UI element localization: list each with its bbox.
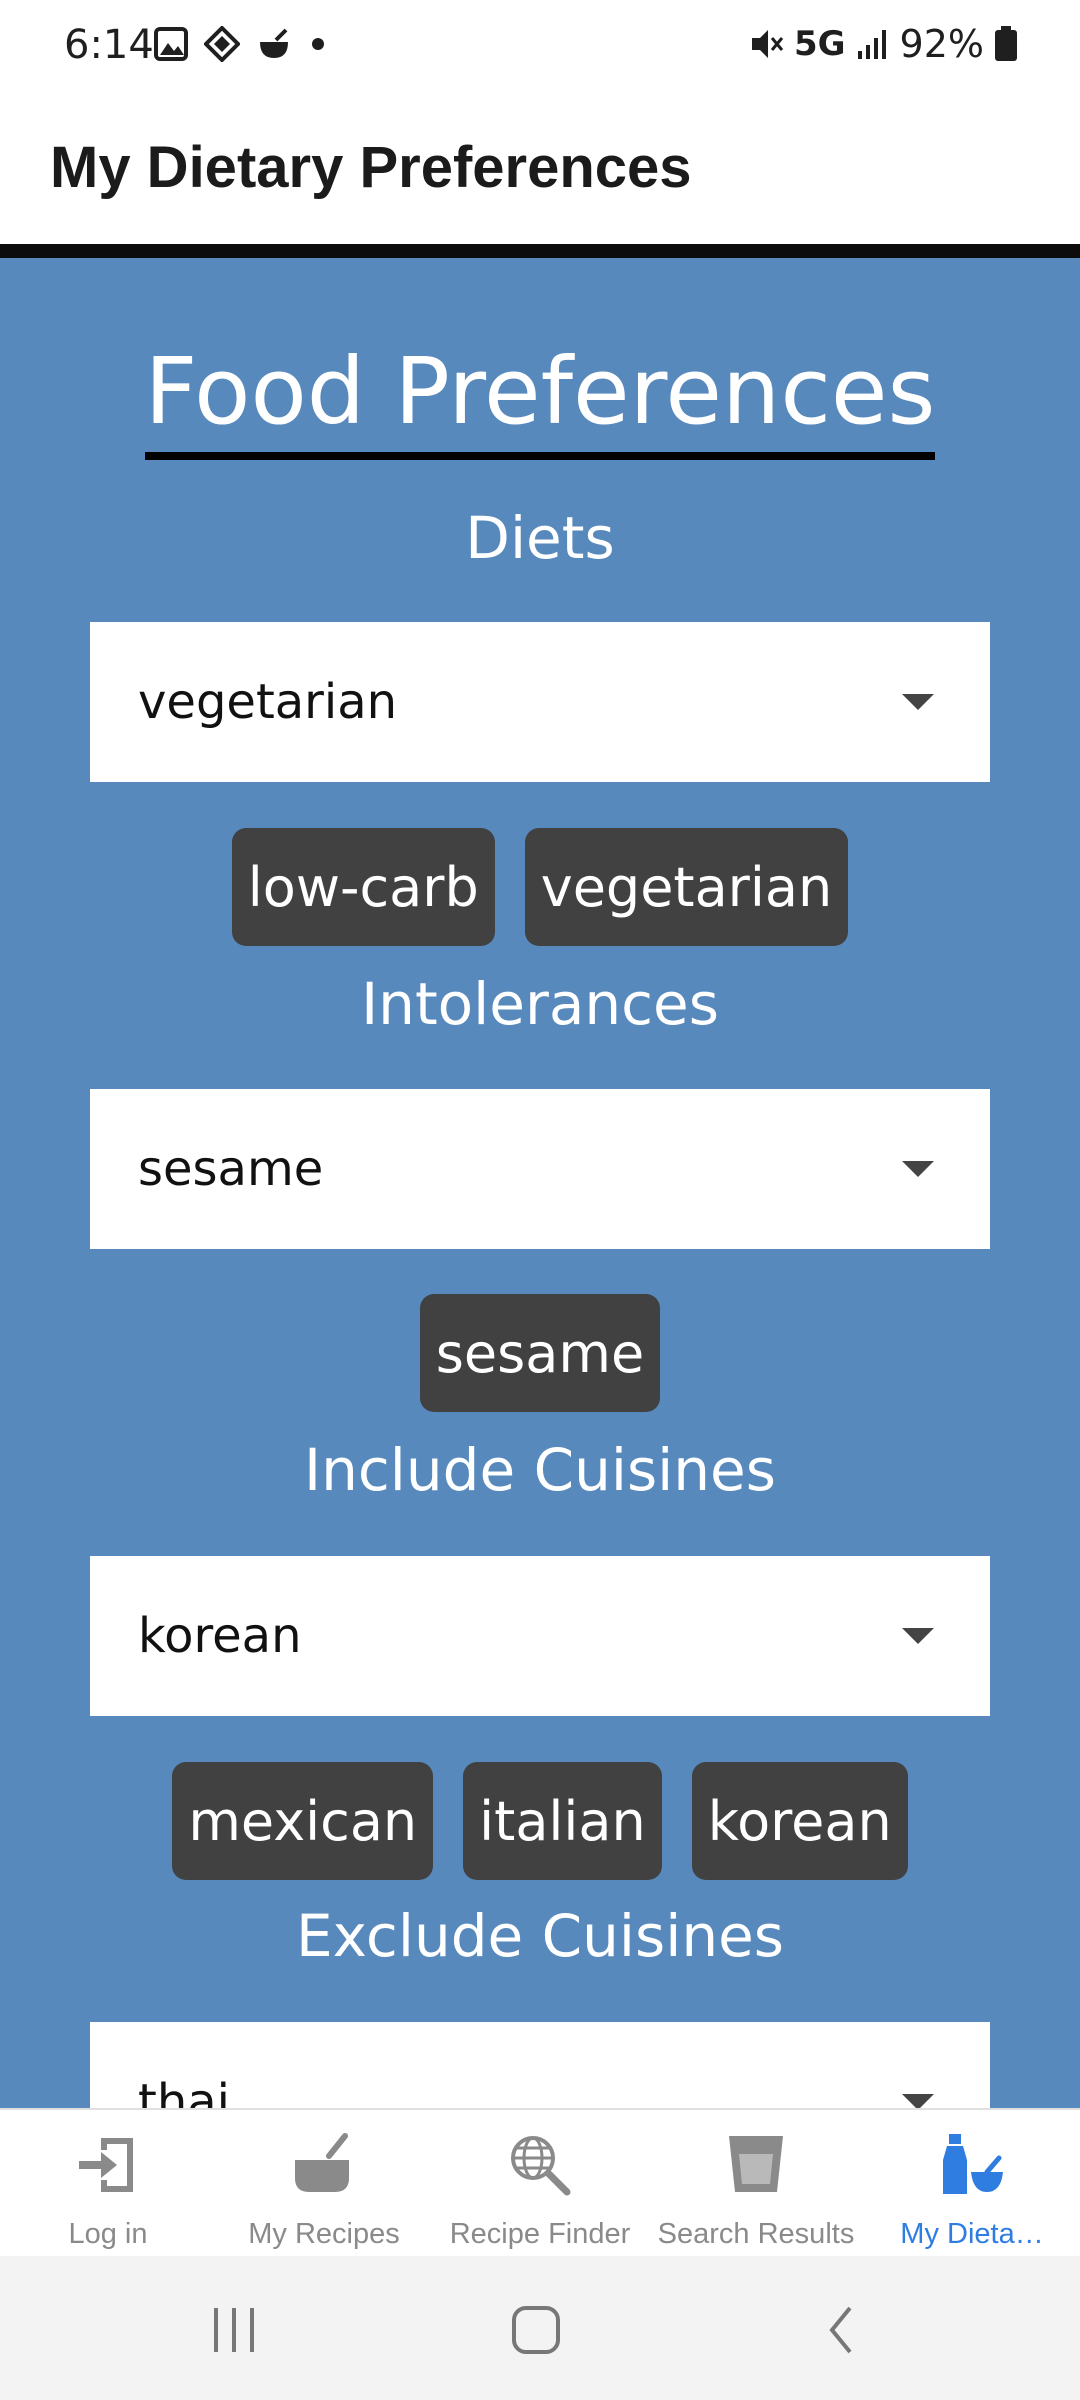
battery-percent: 92% xyxy=(899,22,984,66)
nav-label: Log in xyxy=(68,2218,148,2250)
pot-notification-icon xyxy=(260,28,288,58)
cup-icon xyxy=(729,2136,783,2192)
globe-search-icon xyxy=(511,2136,571,2196)
diet-chip[interactable]: low-carb xyxy=(231,828,495,946)
exclude-cuisines-selected-value: thai xyxy=(138,2074,230,2108)
signal-icon xyxy=(857,30,886,59)
dropdown-arrow-icon xyxy=(902,2094,934,2108)
dot-icon xyxy=(312,38,324,50)
nav-label: Search Results xyxy=(657,2218,855,2250)
diets-label: Diets xyxy=(465,504,615,572)
nav-label: Recipe Finder xyxy=(449,2218,631,2250)
status-bar: 6:14 5G 92% xyxy=(0,0,1080,96)
cuisine-chip[interactable]: korean xyxy=(691,1762,908,1880)
image-icon xyxy=(154,27,188,61)
include-cuisines-selected-value: korean xyxy=(138,1608,302,1664)
nav-item-log-in[interactable]: Log in xyxy=(0,2110,216,2258)
diet-chip[interactable]: vegetarian xyxy=(524,828,849,946)
home-icon[interactable] xyxy=(506,2300,566,2360)
include-cuisines-chips: mexican italian korean xyxy=(0,1762,1080,1880)
diamond-app-icon xyxy=(204,26,240,62)
login-icon xyxy=(79,2138,133,2192)
bottle-bowl-icon xyxy=(943,2134,1003,2194)
intolerance-chip[interactable]: sesame xyxy=(419,1294,661,1412)
intolerances-label: Intolerances xyxy=(361,970,719,1038)
nav-label: My Dieta… xyxy=(900,2218,1044,2250)
cuisine-chip[interactable]: italian xyxy=(463,1762,662,1880)
nav-item-search-results[interactable]: Search Results xyxy=(648,2110,864,2258)
dropdown-arrow-icon xyxy=(902,1628,934,1644)
intolerances-selected-value: sesame xyxy=(138,1141,324,1197)
system-nav-bar xyxy=(0,2256,1080,2400)
status-time: 6:14 xyxy=(64,22,154,68)
system-status-icons: 5G 92% xyxy=(748,22,1080,66)
diets-selected-value: vegetarian xyxy=(138,674,398,730)
mute-icon xyxy=(751,30,784,58)
exclude-cuisines-dropdown[interactable]: thai xyxy=(90,2022,990,2108)
bottom-nav: Log in My Recipes Recipe Finder Search R… xyxy=(0,2108,1080,2258)
nav-item-my-recipes[interactable]: My Recipes xyxy=(216,2110,432,2258)
diets-chips: low-carb vegetarian xyxy=(0,828,1080,946)
preferences-panel: Food Preferences Diets vegetarian low-ca… xyxy=(0,258,1080,2108)
pot-icon xyxy=(295,2133,349,2192)
nav-item-recipe-finder[interactable]: Recipe Finder xyxy=(432,2110,648,2258)
network-type: 5G xyxy=(793,24,846,64)
nav-item-my-dietary-preferences[interactable]: My Dieta… xyxy=(864,2110,1080,2258)
cuisine-chip[interactable]: mexican xyxy=(172,1762,434,1880)
back-icon[interactable] xyxy=(812,2300,872,2360)
battery-icon xyxy=(995,26,1017,61)
page-title: My Dietary Preferences xyxy=(50,135,692,200)
app-header: My Dietary Preferences xyxy=(0,96,1080,258)
recent-apps-icon[interactable] xyxy=(204,2300,264,2360)
diets-dropdown[interactable]: vegetarian xyxy=(90,622,990,782)
include-cuisines-dropdown[interactable]: korean xyxy=(90,1556,990,1716)
notification-icons xyxy=(154,26,328,62)
include-cuisines-label: Include Cuisines xyxy=(304,1436,776,1504)
nav-label: My Recipes xyxy=(248,2218,400,2250)
intolerances-dropdown[interactable]: sesame xyxy=(90,1089,990,1249)
heading-text: Food Preferences xyxy=(144,341,936,461)
exclude-cuisines-label: Exclude Cuisines xyxy=(295,1902,784,1970)
dropdown-arrow-icon xyxy=(902,694,934,710)
food-preferences-heading: Food Preferences xyxy=(0,338,1080,461)
intolerances-chips: sesame xyxy=(0,1294,1080,1412)
dropdown-arrow-icon xyxy=(902,1161,934,1177)
